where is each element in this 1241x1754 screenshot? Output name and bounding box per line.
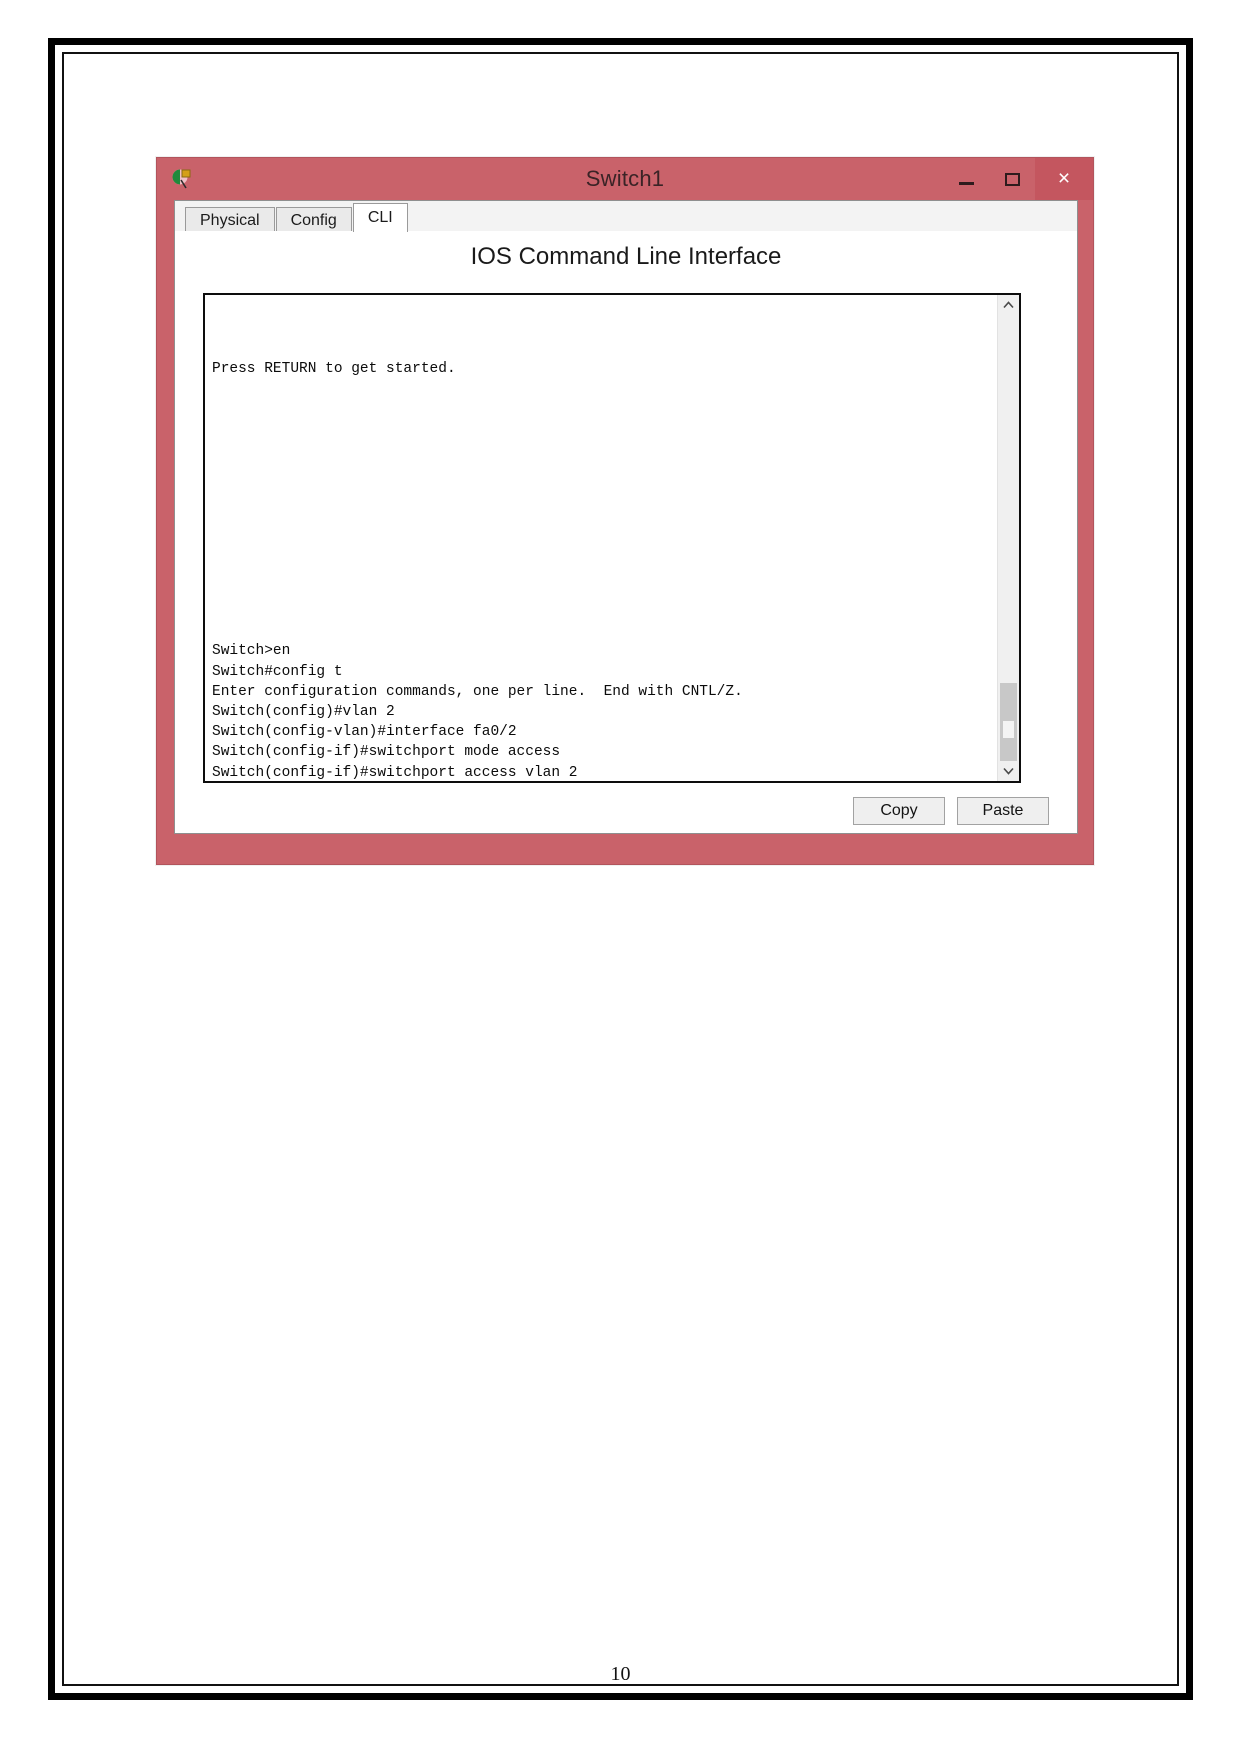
close-button[interactable]: ×	[1035, 158, 1093, 200]
minimize-button[interactable]	[943, 158, 989, 200]
scanned-page-border: Switch1 × Physical Config CLI IOS Comman…	[48, 38, 1193, 1700]
cli-console[interactable]: Press RETURN to get started. Switch>en Swi…	[203, 293, 1021, 783]
packet-tracer-icon	[169, 166, 195, 192]
maximize-button[interactable]	[989, 158, 1035, 200]
cli-line: Switch>en	[212, 643, 291, 660]
scroll-up-icon[interactable]	[998, 295, 1019, 315]
window-client-area: Physical Config CLI IOS Command Line Int…	[174, 200, 1078, 834]
cli-scrollbar[interactable]	[997, 295, 1019, 781]
packet-tracer-device-window: Switch1 × Physical Config CLI IOS Comman…	[156, 157, 1094, 865]
console-action-buttons: Copy Paste	[853, 797, 1049, 825]
tab-strip: Physical Config CLI	[175, 201, 1077, 232]
cli-console-text[interactable]: Press RETURN to get started. Switch>en Swi…	[205, 295, 997, 781]
cli-line: Switch(config-vlan)#interface fa0/2	[212, 724, 517, 741]
cli-line: Switch#config t	[212, 663, 343, 680]
scroll-down-icon[interactable]	[998, 761, 1019, 781]
cli-intro-line: Press RETURN to get started.	[212, 361, 456, 378]
cli-panel: IOS Command Line Interface Press RETURN …	[175, 231, 1077, 833]
window-controls: ×	[943, 158, 1093, 200]
cli-line: Switch(config-if)#switchport mode access	[212, 744, 561, 761]
page-number: 10	[610, 1663, 631, 1685]
tab-config[interactable]: Config	[275, 207, 352, 232]
cli-line: Switch(config)#vlan 2	[212, 704, 395, 721]
window-titlebar: Switch1 ×	[157, 158, 1093, 200]
paste-button[interactable]: Paste	[957, 797, 1049, 825]
cli-console-output: Press RETURN to get started. Switch>en Swi…	[212, 295, 997, 781]
panel-heading: IOS Command Line Interface	[470, 243, 782, 270]
tab-physical[interactable]: Physical	[185, 207, 275, 232]
copy-button[interactable]: Copy	[853, 797, 945, 825]
tab-cli[interactable]: CLI	[352, 203, 408, 232]
cli-line: Switch(config-if)#switchport access vlan…	[212, 764, 578, 781]
cli-line: Enter configuration commands, one per li…	[212, 683, 743, 700]
